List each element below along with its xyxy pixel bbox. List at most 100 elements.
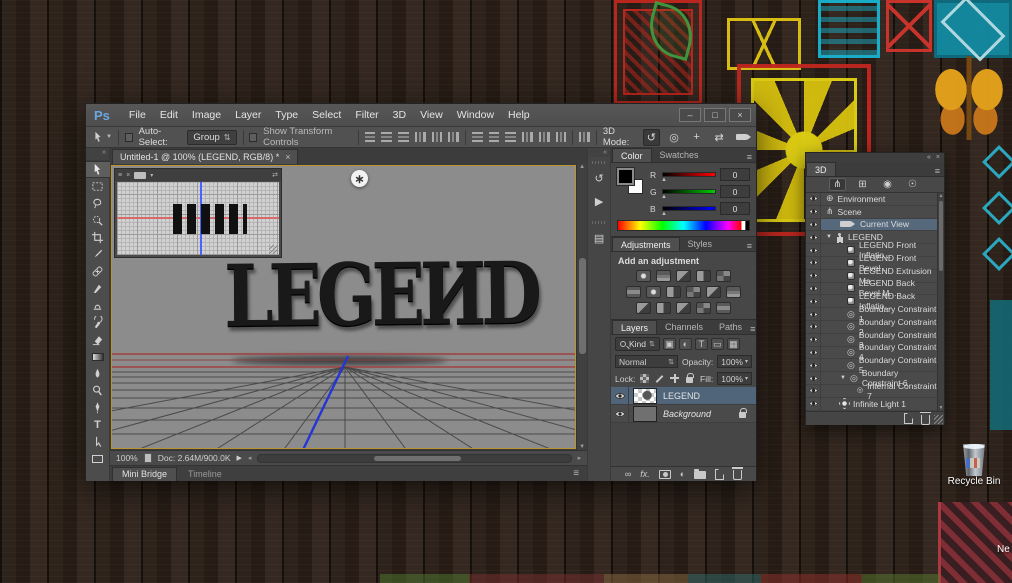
filter-type-layers-icon[interactable]: T [695,338,708,350]
tab-swatches[interactable]: Swatches [652,148,707,162]
crop-tool[interactable] [86,229,110,246]
adjustments-panel-menu-icon[interactable]: ≡ [747,241,756,251]
tab-adjustments[interactable]: Adjustments [612,237,680,251]
red-slider-thumb[interactable]: ▲ [661,178,667,182]
dodge-tool[interactable] [86,382,110,399]
lock-pixels-icon[interactable] [654,374,665,384]
eyedropper-tool[interactable] [86,246,110,263]
new-3d-object-icon[interactable] [904,413,913,424]
distribute-bottom-icon[interactable] [505,132,516,142]
scroll-thumb[interactable] [939,201,943,271]
posterize-icon[interactable] [656,302,671,314]
filter-shape-layers-icon[interactable]: ▭ [711,338,724,350]
invert-icon[interactable] [636,302,651,314]
secondary-view-camera-icon[interactable] [134,172,146,179]
visibility-toggle[interactable] [806,372,821,384]
history-brush-tool[interactable] [86,314,110,331]
menu-layer[interactable]: Layer [228,109,268,121]
3d-panel-menu-icon[interactable]: ≡ [935,166,944,176]
delete-3d-object-icon[interactable] [921,415,930,425]
type-tool[interactable]: T [86,416,110,433]
secondary-view-camera-dropdown-icon[interactable]: ▾ [150,172,153,179]
secondary-view-close-icon[interactable]: × [126,172,130,179]
close-button[interactable]: × [729,108,751,122]
secondary-view-swap-icon[interactable]: ⇄ [272,171,278,179]
3d-drag-mode-button[interactable]: + [688,129,705,146]
align-bottom-edges-icon[interactable] [448,132,459,142]
red-value-field[interactable]: 0 [720,168,750,181]
3d-roll-mode-button[interactable]: ◎ [666,129,683,146]
visibility-toggle[interactable] [806,206,821,218]
align-right-edges-icon[interactable] [398,132,409,142]
recycle-bin-icon[interactable]: Recycle Bin [946,444,1002,487]
tab-layers[interactable]: Layers [612,320,657,334]
menu-3d[interactable]: 3D [386,109,413,121]
bottom-panel-menu-icon[interactable]: ≡ [573,468,585,479]
zoom-level[interactable]: 100% [116,453,138,463]
filter-whole-scene-icon[interactable]: ⋔ [829,178,846,191]
visibility-toggle[interactable] [806,244,821,256]
blend-mode-dropdown[interactable]: Normal ⇅ [615,355,678,368]
menu-file[interactable]: File [122,109,153,121]
dock-collapse-icon[interactable]: « [588,148,610,157]
gradient-map-icon[interactable] [716,302,731,314]
visibility-toggle[interactable] [806,270,821,282]
tab-paths[interactable]: Paths [711,320,750,334]
color-balance-icon[interactable] [646,286,661,298]
blue-slider[interactable]: ▲ [662,206,716,211]
curves-icon[interactable] [676,270,691,282]
3d-item-current-view[interactable]: Current View [806,219,937,232]
menu-view[interactable]: View [413,109,450,121]
canvas-horizontal-scrollbar[interactable] [257,454,571,463]
layer-row-legend[interactable]: LEGEND [611,387,756,405]
properties-panel-button[interactable]: ▤ [589,229,609,248]
3d-item-scene[interactable]: ⋔Scene [806,206,937,219]
layer-name-legend[interactable]: LEGEND [663,391,700,401]
lock-position-icon[interactable] [669,374,680,384]
lasso-tool[interactable] [86,195,110,212]
move-tool[interactable] [86,161,110,178]
color-lookup-icon[interactable] [726,286,741,298]
3d-rotate-mode-button[interactable]: ↺ [643,129,660,146]
menu-select[interactable]: Select [305,109,348,121]
layer-thumbnail-background[interactable] [633,406,657,422]
auto-select-checkbox[interactable] [125,133,133,142]
layer-visibility-toggle[interactable] [611,387,629,404]
path-selection-tool[interactable] [86,433,110,450]
layer-row-background[interactable]: Background [611,405,756,423]
align-v-centers-icon[interactable] [432,132,443,142]
marquee-tool[interactable] [86,178,110,195]
filter-pixel-layers-icon[interactable]: ▣ [663,338,676,350]
hscroll-right-icon[interactable]: ▸ [578,454,582,462]
blur-tool[interactable] [86,365,110,382]
eraser-tool[interactable] [86,331,110,348]
tab-styles[interactable]: Styles [680,237,721,251]
desktop-icon-label-partial[interactable]: Ne [997,544,1010,555]
visibility-toggle[interactable] [806,308,821,320]
distribute-left-icon[interactable] [522,132,533,142]
green-slider-thumb[interactable]: ▲ [661,195,667,199]
3d-axis-widget[interactable]: ∗ [351,170,368,187]
layers-panel-menu-icon[interactable]: ≡ [750,324,759,334]
red-slider[interactable]: ▲ [662,172,716,177]
align-top-edges-icon[interactable] [415,132,426,142]
link-layers-icon[interactable]: ∞ [625,469,631,479]
levels-icon[interactable] [656,270,671,282]
3d-panel-collapse-icon[interactable]: « [927,154,931,161]
visibility-toggle[interactable] [806,257,821,269]
menu-edit[interactable]: Edit [153,109,185,121]
filter-lights-icon[interactable]: ☉ [904,178,921,191]
brightness-contrast-icon[interactable] [636,270,651,282]
3d-panel-scrollbar[interactable]: ▲ ▼ [937,193,944,411]
color-swatches[interactable] [617,168,643,194]
tools-collapse-icon[interactable]: » [86,148,109,161]
tab-3d[interactable]: 3D [806,162,836,176]
expand-caret-icon[interactable]: ▼ [826,234,832,240]
3d-panel-titlebar[interactable]: « × [806,153,944,162]
menu-image[interactable]: Image [185,109,228,121]
expand-caret-icon[interactable]: ▼ [840,375,846,381]
vertical-scroll-thumb[interactable] [579,258,586,354]
distribute-v-icon[interactable] [489,132,500,142]
green-slider[interactable]: ▲ [662,189,716,194]
canvas-vertical-scrollbar[interactable]: ▲ ▼ [576,164,587,450]
